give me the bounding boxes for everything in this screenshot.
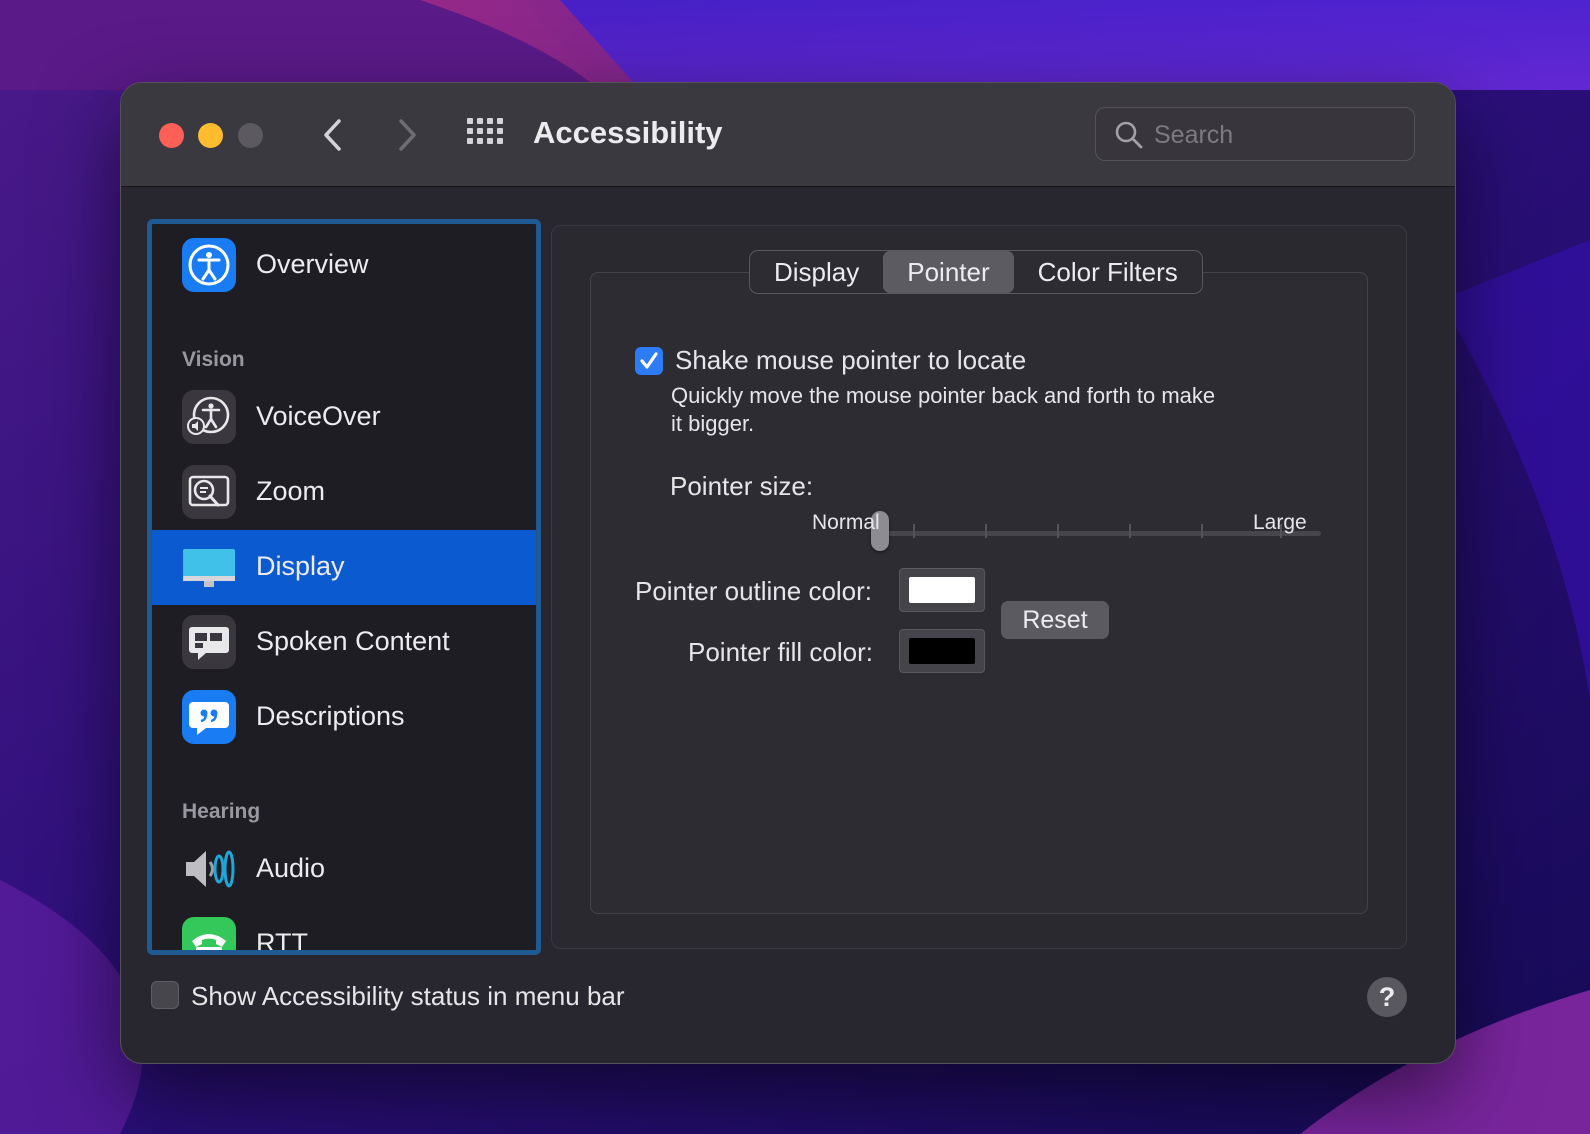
sidebar-item-label: Audio: [256, 853, 326, 883]
sidebar-item-label: RTT: [256, 928, 308, 955]
search-field[interactable]: [1095, 107, 1415, 161]
zoom-button[interactable]: [238, 123, 263, 148]
sidebar-item-display[interactable]: Display: [152, 530, 536, 605]
tab-content-box: Shake mouse pointer to locate Quickly mo…: [590, 272, 1368, 914]
telephone-icon: [182, 917, 236, 950]
title-bar: Accessibility: [121, 83, 1455, 187]
quote-bubble-icon: [182, 690, 236, 744]
show-status-label: Show Accessibility status in menu bar: [191, 981, 625, 1011]
slider-tick: [1057, 524, 1059, 538]
fill-color-swatch: [909, 638, 975, 664]
chevron-right-icon: [399, 119, 416, 151]
section-header-vision: Vision: [182, 348, 245, 371]
preferences-window: Accessibility Overview Vision VoiceOver …: [120, 82, 1456, 1064]
chevron-left-icon: [324, 119, 341, 151]
sidebar-item-overview[interactable]: Overview: [152, 228, 536, 303]
shake-pointer-checkbox[interactable]: [635, 347, 663, 375]
slider-tick: [985, 524, 987, 538]
sidebar-item-label: Display: [256, 551, 345, 581]
sidebar-item-zoom[interactable]: Zoom: [152, 455, 536, 530]
window-title: Accessibility: [533, 115, 723, 150]
accessibility-person-icon: [182, 238, 236, 292]
forward-button[interactable]: [385, 113, 429, 157]
sidebar: Overview Vision VoiceOver Zoom Display S…: [147, 219, 541, 955]
help-button[interactable]: ?: [1367, 977, 1407, 1017]
slider-tick: [1201, 524, 1203, 538]
pointer-outline-color-label: Pointer outline color:: [635, 576, 873, 606]
pointer-fill-color-well[interactable]: [899, 629, 985, 673]
show-status-checkbox[interactable]: [151, 981, 179, 1009]
sidebar-item-label: Descriptions: [256, 701, 405, 731]
shake-pointer-label: Shake mouse pointer to locate: [675, 345, 1027, 375]
sidebar-item-label: Spoken Content: [256, 626, 450, 656]
speech-bubble-icon: [182, 615, 236, 669]
voiceover-icon: [182, 390, 236, 444]
sidebar-item-audio[interactable]: Audio: [152, 832, 536, 907]
sidebar-item-label: Overview: [256, 249, 369, 279]
search-input[interactable]: [1154, 116, 1404, 154]
sidebar-item-spoken-content[interactable]: Spoken Content: [152, 605, 536, 680]
display-monitor-icon: [182, 540, 236, 594]
shake-pointer-description: Quickly move the mouse pointer back and …: [671, 383, 1216, 408]
close-button[interactable]: [159, 123, 184, 148]
tab-display[interactable]: Display: [750, 251, 883, 293]
slider-max-label: Large: [1253, 511, 1307, 534]
section-header-hearing: Hearing: [182, 800, 261, 823]
slider-tick: [913, 524, 915, 538]
sidebar-item-rtt[interactable]: RTT: [152, 907, 536, 955]
show-all-grid-icon[interactable]: [465, 116, 505, 156]
pointer-size-label: Pointer size:: [670, 471, 814, 501]
sidebar-item-label: Zoom: [256, 476, 326, 506]
pointer-outline-color-well[interactable]: [899, 568, 985, 612]
tab-bar: Display Pointer Color Filters: [749, 250, 1203, 294]
back-button[interactable]: [311, 113, 355, 157]
sidebar-item-voiceover[interactable]: VoiceOver: [152, 380, 536, 455]
zoom-magnifier-icon: [182, 465, 236, 519]
tab-color-filters[interactable]: Color Filters: [1014, 251, 1202, 293]
sidebar-item-descriptions[interactable]: Descriptions: [152, 680, 536, 755]
sidebar-item-label: VoiceOver: [256, 401, 381, 431]
tab-pointer[interactable]: Pointer: [883, 251, 1014, 293]
search-icon: [1115, 121, 1143, 149]
reset-button[interactable]: Reset: [1001, 601, 1109, 639]
outline-color-swatch: [909, 577, 975, 603]
pointer-settings-panel: Shake mouse pointer to locate Quickly mo…: [551, 225, 1407, 949]
pointer-fill-color-label: Pointer fill color:: [688, 637, 873, 667]
slider-tick: [1129, 524, 1131, 538]
speaker-icon: [182, 842, 236, 896]
minimize-button[interactable]: [198, 123, 223, 148]
shake-pointer-description-cont: it bigger.: [671, 411, 755, 436]
slider-min-label: Normal: [812, 511, 880, 534]
checkmark-icon: [640, 352, 658, 369]
